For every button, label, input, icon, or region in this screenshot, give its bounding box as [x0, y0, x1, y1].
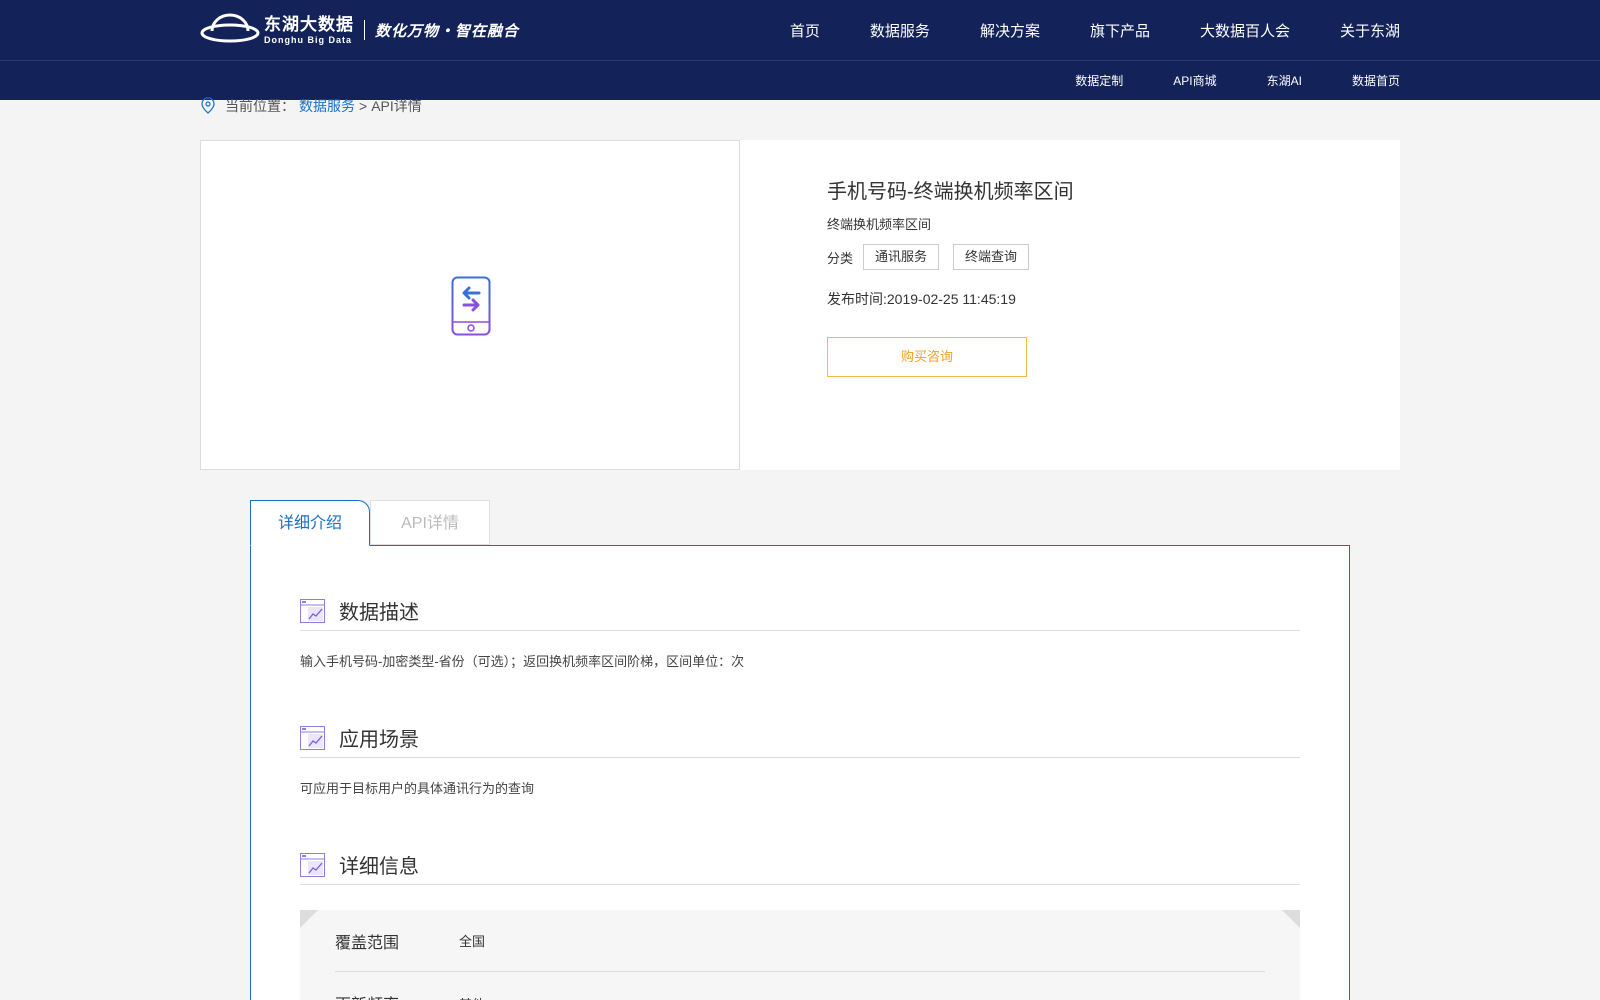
buy-consult-button[interactable]: 购买咨询: [827, 337, 1027, 377]
top-header: 东湖大数据 Donghu Big Data 数化万物・智在融合 首页 数据服务 …: [0, 0, 1600, 100]
product-title: 手机号码-终端换机频率区间: [827, 181, 1074, 203]
chart-window-icon: [300, 852, 325, 877]
section-header: 数据描述: [300, 591, 1300, 631]
nav-big-data-club[interactable]: 大数据百人会: [1200, 20, 1290, 41]
category-tag[interactable]: 通讯服务: [863, 244, 940, 270]
location-pin-icon: [201, 97, 215, 114]
info-key: 更新频率: [335, 991, 459, 1000]
product-image: [200, 140, 740, 470]
product-subtitle: 终端换机频率区间: [827, 217, 932, 232]
logo-slogan: 数化万物・智在融合: [375, 22, 520, 40]
logo-separator: [364, 20, 365, 40]
logo[interactable]: 东湖大数据 Donghu Big Data 数化万物・智在融合: [200, 12, 519, 48]
corner-decoration: [300, 910, 318, 928]
category-label: 分类: [827, 250, 854, 266]
nav-solutions[interactable]: 解决方案: [980, 20, 1040, 41]
breadcrumb-prefix: 当前位置：: [225, 98, 295, 114]
info-row-coverage: 覆盖范围 全国: [335, 910, 1265, 972]
logo-text: 东湖大数据 Donghu Big Data: [264, 15, 354, 46]
breadcrumb-current: API详情: [371, 98, 422, 114]
tab-api-detail[interactable]: API详情: [370, 500, 490, 545]
info-row-update-frequency: 更新频率 其他: [335, 972, 1265, 1000]
detail-tabs: 详细介绍 API详情: [250, 500, 490, 546]
category-tag[interactable]: 终端查询: [953, 244, 1030, 270]
section-data-description: 数据描述 输入手机号码-加密类型-省份（可选）；返回换机频率区间阶梯，区间单位：…: [300, 591, 1300, 670]
phone-swap-icon: [451, 276, 491, 336]
chart-window-icon: [300, 725, 325, 750]
subnav-data-home[interactable]: 数据首页: [1352, 72, 1400, 89]
section-body: 输入手机号码-加密类型-省份（可选）；返回换机频率区间阶梯，区间单位：次: [300, 654, 745, 669]
section-body: 可应用于目标用户的具体通讯行为的查询: [300, 781, 535, 796]
chart-window-icon: [300, 598, 325, 623]
subnav-data-custom[interactable]: 数据定制: [1075, 72, 1123, 89]
publish-time: 发布时间:2019-02-25 11:45:19: [827, 291, 1016, 307]
info-value: 全国: [459, 934, 486, 949]
corner-decoration: [1282, 910, 1300, 928]
detail-info-table: 覆盖范围 全国 更新频率 其他: [300, 910, 1300, 1000]
logo-en: Donghu Big Data: [264, 34, 352, 45]
section-header: 应用场景: [300, 718, 1300, 758]
section-header: 详细信息: [300, 845, 1300, 885]
logo-planet-icon: [200, 13, 260, 43]
product-panel: 手机号码-终端换机频率区间 终端换机频率区间 分类 通讯服务 终端查询 发布时间…: [200, 140, 1400, 470]
product-category: 分类 通讯服务 终端查询: [827, 244, 1043, 270]
logo-cn: 东湖大数据: [264, 14, 354, 34]
detail-content: 数据描述 输入手机号码-加密类型-省份（可选）；返回换机频率区间阶梯，区间单位：…: [250, 545, 1350, 1000]
nav-home[interactable]: 首页: [790, 20, 820, 41]
sub-nav: 数据定制 API商城 东湖AI 数据首页: [1025, 61, 1400, 100]
nav-products[interactable]: 旗下产品: [1090, 20, 1150, 41]
subnav-api-mall[interactable]: API商城: [1173, 72, 1216, 89]
breadcrumb-separator: >: [359, 98, 368, 114]
info-key: 覆盖范围: [335, 934, 400, 952]
subnav-donghu-ai[interactable]: 东湖AI: [1267, 72, 1302, 89]
nav-data-services[interactable]: 数据服务: [870, 20, 930, 41]
section-detail-info: 详细信息: [300, 845, 1300, 885]
breadcrumb: 当前位置： 数据服务 > API详情: [200, 96, 422, 116]
info-value: 其他: [459, 994, 485, 1000]
tab-detail-intro[interactable]: 详细介绍: [250, 500, 370, 546]
section-application-scenario: 应用场景 可应用于目标用户的具体通讯行为的查询: [300, 718, 1300, 797]
main-nav: 首页 数据服务 解决方案 旗下产品 大数据百人会 关于东湖: [740, 0, 1400, 60]
section-title: 数据描述: [339, 602, 419, 624]
breadcrumb-link-data-services[interactable]: 数据服务: [299, 96, 355, 116]
section-title: 应用场景: [339, 729, 419, 751]
section-title: 详细信息: [339, 856, 419, 878]
nav-about[interactable]: 关于东湖: [1340, 20, 1400, 41]
